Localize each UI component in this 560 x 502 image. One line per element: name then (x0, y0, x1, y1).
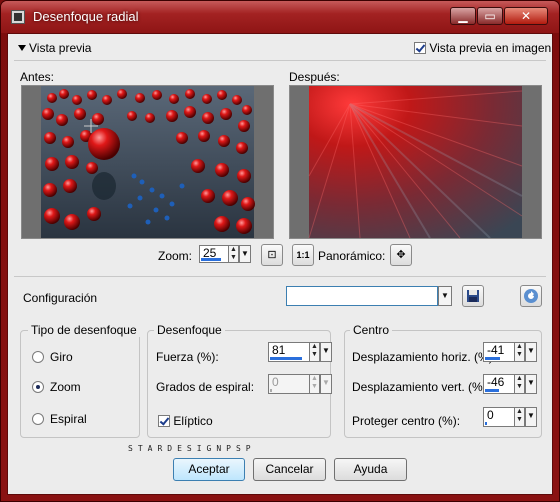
checkbox-check-icon (158, 415, 170, 427)
strength-spin-arrows[interactable]: ▲ ▼ (309, 342, 320, 362)
protect-input[interactable]: 0 ▲ ▼ ▼ (483, 407, 537, 427)
h-offset-label: Desplazamiento horiz. (%): (352, 350, 497, 364)
spiral-value: 0 (272, 375, 279, 389)
floppy-disk-icon (467, 290, 479, 302)
watermark-text: STARDESIGNPSP (128, 444, 256, 453)
radio-zoom-label: Zoom (50, 380, 81, 394)
radio-icon (32, 351, 44, 363)
spiral-dropdown-arrow: ▼ (320, 374, 332, 394)
zoom-spin-arrows[interactable]: ▲ ▼ (228, 245, 239, 263)
fit-icon: ⊡ (267, 249, 277, 261)
app-icon (11, 10, 25, 24)
before-image (22, 86, 273, 238)
image-preview-label: Vista previa en imagen (429, 41, 552, 55)
fit-window-button[interactable]: ⊡ (261, 244, 283, 266)
after-image (290, 86, 541, 238)
h-offset-dropdown-arrow[interactable]: ▼ (525, 342, 537, 362)
zoom-level-bar (201, 258, 221, 261)
blur-title: Desenfoque (154, 323, 225, 337)
radio-espiral-label: Espiral (50, 412, 87, 426)
preview-toggle-label: Vista previa (29, 41, 92, 55)
reset-arrow-icon (524, 289, 538, 303)
pan-label: Panorámico: (318, 249, 386, 263)
preset-select[interactable] (286, 286, 438, 306)
radio-giro[interactable]: Giro (32, 350, 73, 364)
h-offset-value: -41 (487, 343, 505, 357)
preview-toggle[interactable]: Vista previa (18, 41, 91, 55)
v-offset-input[interactable]: -46 ▲ ▼ ▼ (483, 374, 537, 394)
radio-icon (32, 413, 44, 425)
v-offset-value: -46 (487, 375, 505, 389)
center-title: Centro (350, 323, 393, 337)
config-label: Configuración (23, 291, 98, 305)
save-preset-button[interactable] (462, 285, 484, 307)
v-offset-label: Desplazamiento vert. (%): (352, 380, 491, 394)
move-icon: ✥ (396, 249, 406, 261)
elliptic-label: Elíptico (173, 414, 213, 428)
strength-dropdown-arrow[interactable]: ▼ (320, 342, 332, 362)
radio-espiral[interactable]: Espiral (32, 412, 87, 426)
protect-spin-arrows[interactable]: ▲ ▼ (514, 407, 525, 427)
spiral-input: 0 ▲ ▼ ▼ (268, 374, 332, 394)
cancel-button[interactable]: Cancelar (253, 458, 326, 481)
v-offset-dropdown-arrow[interactable]: ▼ (525, 374, 537, 394)
blur-type-title: Tipo de desenfoque (28, 323, 140, 337)
h-offset-input[interactable]: -41 ▲ ▼ ▼ (483, 342, 537, 362)
protect-value: 0 (487, 408, 494, 422)
v-offset-spin-arrows[interactable]: ▲ ▼ (514, 374, 525, 394)
triangle-down-icon (18, 45, 26, 51)
image-preview-checkbox[interactable]: Vista previa en imagen (414, 41, 551, 55)
h-offset-level-bar (485, 357, 500, 360)
protect-dropdown-arrow[interactable]: ▼ (525, 407, 537, 427)
dialog-client: Vista previa Vista previa en imagen Ante… (7, 33, 553, 495)
h-offset-spin-arrows[interactable]: ▲ ▼ (514, 342, 525, 362)
help-button[interactable]: Ayuda (334, 458, 407, 481)
protect-level-bar (485, 422, 487, 425)
actual-size-button[interactable]: 1:1 (292, 244, 314, 266)
radio-selected-icon (32, 381, 44, 393)
checkbox-check-icon (414, 42, 426, 54)
spiral-level-bar (270, 389, 272, 392)
spiral-spin-arrows: ▲ ▼ (309, 374, 320, 394)
zoom-label: Zoom: (158, 249, 193, 263)
v-offset-level-bar (485, 389, 499, 392)
divider (14, 60, 546, 61)
preset-dropdown-arrow[interactable]: ▼ (438, 286, 452, 306)
protect-label: Proteger centro (%): (352, 414, 461, 428)
dialog-window: Desenfoque radial ▁ ▭ ✕ Vista previa Vis… (0, 0, 560, 502)
strength-level-bar (270, 357, 302, 360)
radio-giro-label: Giro (50, 350, 73, 364)
divider (14, 276, 546, 277)
pan-button[interactable]: ✥ (390, 244, 412, 266)
before-preview[interactable] (21, 85, 274, 239)
zoom-dropdown-arrow[interactable]: ▼ (239, 245, 251, 263)
title-bar[interactable]: Desenfoque radial ▁ ▭ ✕ (1, 1, 559, 33)
spiral-label: Grados de espiral: (156, 380, 255, 394)
close-button[interactable]: ✕ (504, 7, 548, 25)
after-preview[interactable] (289, 85, 542, 239)
strength-input[interactable]: 81 ▲ ▼ ▼ (268, 342, 332, 362)
strength-value: 81 (272, 343, 286, 357)
maximize-button[interactable]: ▭ (477, 7, 503, 25)
window-title: Desenfoque radial (33, 9, 139, 24)
strength-label: Fuerza (%): (156, 350, 219, 364)
minimize-button[interactable]: ▁ (450, 7, 476, 25)
ok-button[interactable]: Aceptar (173, 458, 245, 481)
after-label: Después: (289, 70, 340, 84)
elliptic-checkbox[interactable]: Elíptico (158, 414, 213, 428)
reset-button[interactable] (520, 285, 542, 307)
before-label: Antes: (20, 70, 55, 84)
radio-zoom[interactable]: Zoom (32, 380, 81, 394)
zoom-input[interactable]: 25 ▲ ▼ ▼ (199, 245, 251, 263)
